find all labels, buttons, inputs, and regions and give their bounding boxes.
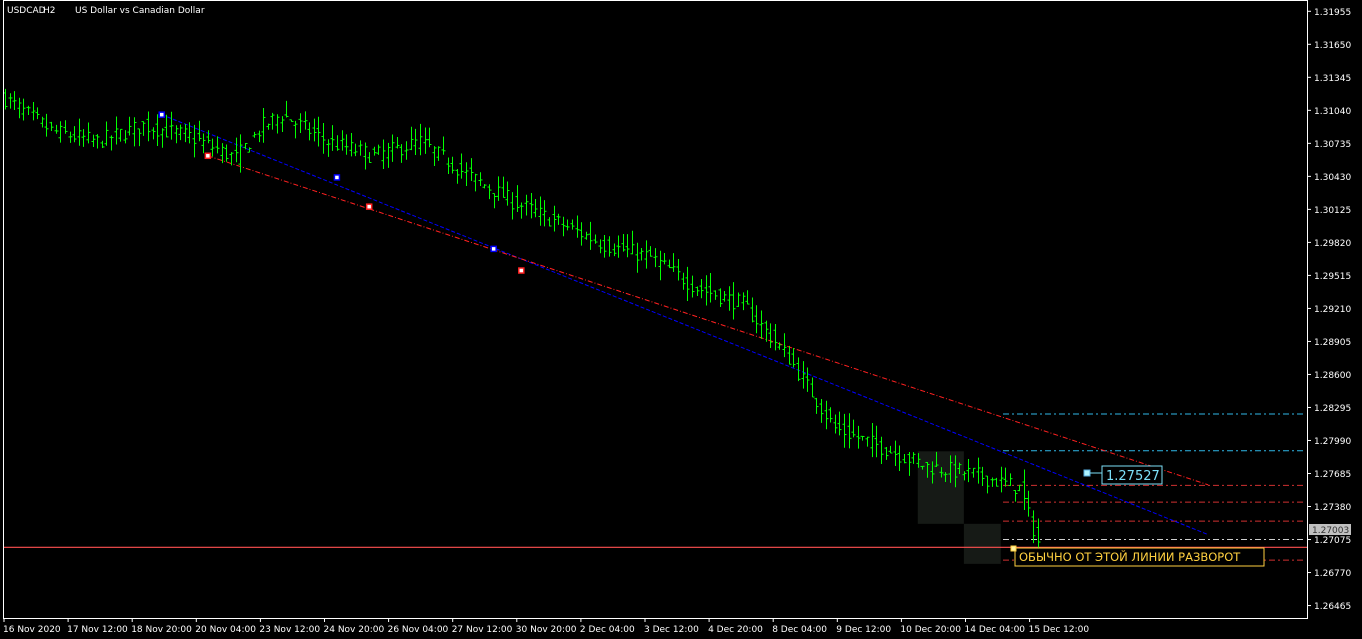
price-axis-label: 1.27075: [1314, 536, 1351, 546]
trend-anchor-point[interactable]: [158, 111, 165, 118]
time-axis-label: 16 Nov 2020: [3, 625, 61, 635]
trend-anchor-point[interactable]: [365, 203, 373, 210]
level-anchor-marker[interactable]: [1083, 469, 1091, 477]
price-axis-label: 1.28600: [1314, 371, 1351, 381]
trend-anchor-point[interactable]: [204, 152, 212, 160]
time-axis-label: 24 Nov 20:00: [324, 625, 385, 635]
chart-title-timeframe: H2: [43, 6, 56, 16]
chart-title-description: US Dollar vs Canadian Dollar: [75, 6, 205, 16]
shaded-zone: [963, 523, 1001, 564]
shaded-zone: [917, 451, 964, 524]
price-axis-label: 1.31345: [1314, 74, 1351, 84]
price-axis-label: 1.26465: [1314, 602, 1351, 612]
trend-anchor-point[interactable]: [490, 245, 497, 253]
time-axis-label: 20 Nov 04:00: [195, 625, 256, 635]
annotation-anchor-marker[interactable]: [1010, 545, 1017, 552]
price-axis-label: 1.28295: [1314, 404, 1351, 414]
price-axis-label: 1.30430: [1314, 173, 1351, 183]
time-axis-label: 26 Nov 04:00: [388, 625, 449, 635]
price-axis-label: 1.27380: [1314, 503, 1351, 513]
time-axis-label: 27 Nov 12:00: [452, 625, 513, 635]
price-axis-label: 1.31040: [1314, 107, 1351, 117]
time-axis-label: 14 Dec 04:00: [965, 625, 1026, 635]
annotation-text: ОБЫЧНО ОТ ЭТОЙ ЛИНИИ РАЗВОРОТ: [1019, 549, 1241, 564]
time-axis-label: 3 Dec 12:00: [644, 625, 699, 635]
price-axis-label: 1.31955: [1314, 8, 1351, 18]
time-axis-label: 15 Dec 12:00: [1029, 625, 1090, 635]
trend-anchor-point[interactable]: [518, 267, 525, 274]
time-axis-label: 17 Nov 12:00: [67, 625, 128, 635]
price-axis-label: 1.27685: [1314, 470, 1351, 480]
time-axis-label: 30 Nov 20:00: [516, 625, 577, 635]
price-axis-label: 1.30125: [1314, 206, 1351, 216]
current-price-tag: 1.27003: [1312, 526, 1349, 536]
level-price-label: 1.27527: [1106, 469, 1160, 484]
trend-anchor-point[interactable]: [333, 174, 341, 181]
price-axis-label: 1.31650: [1314, 41, 1351, 51]
time-axis-label: 2 Dec 04:00: [580, 625, 635, 635]
time-axis-label: 10 Dec 20:00: [900, 625, 961, 635]
time-axis-label: 18 Nov 20:00: [131, 625, 192, 635]
price-chart[interactable]: 1.31955 1.31650 1.31345 1.31040 1.30735 1.304…: [0, 0, 1362, 639]
price-axis-label: 1.29820: [1314, 239, 1351, 249]
price-axis-label: 1.29210: [1314, 305, 1351, 315]
chart-background: [0, 0, 1362, 639]
time-axis-label: 23 Nov 12:00: [259, 625, 320, 635]
price-axis-label: 1.30735: [1314, 140, 1351, 150]
price-axis-label: 1.28905: [1314, 338, 1351, 348]
time-axis-label: 4 Dec 20:00: [708, 625, 763, 635]
price-axis-label: 1.26770: [1314, 569, 1351, 579]
time-axis-label: 9 Dec 12:00: [836, 625, 891, 635]
price-axis-label: 1.29515: [1314, 272, 1351, 282]
price-axis-label: 1.27990: [1314, 437, 1351, 447]
chart-title-symbol: USDCAD: [7, 6, 46, 16]
time-axis-label: 8 Dec 04:00: [772, 625, 827, 635]
